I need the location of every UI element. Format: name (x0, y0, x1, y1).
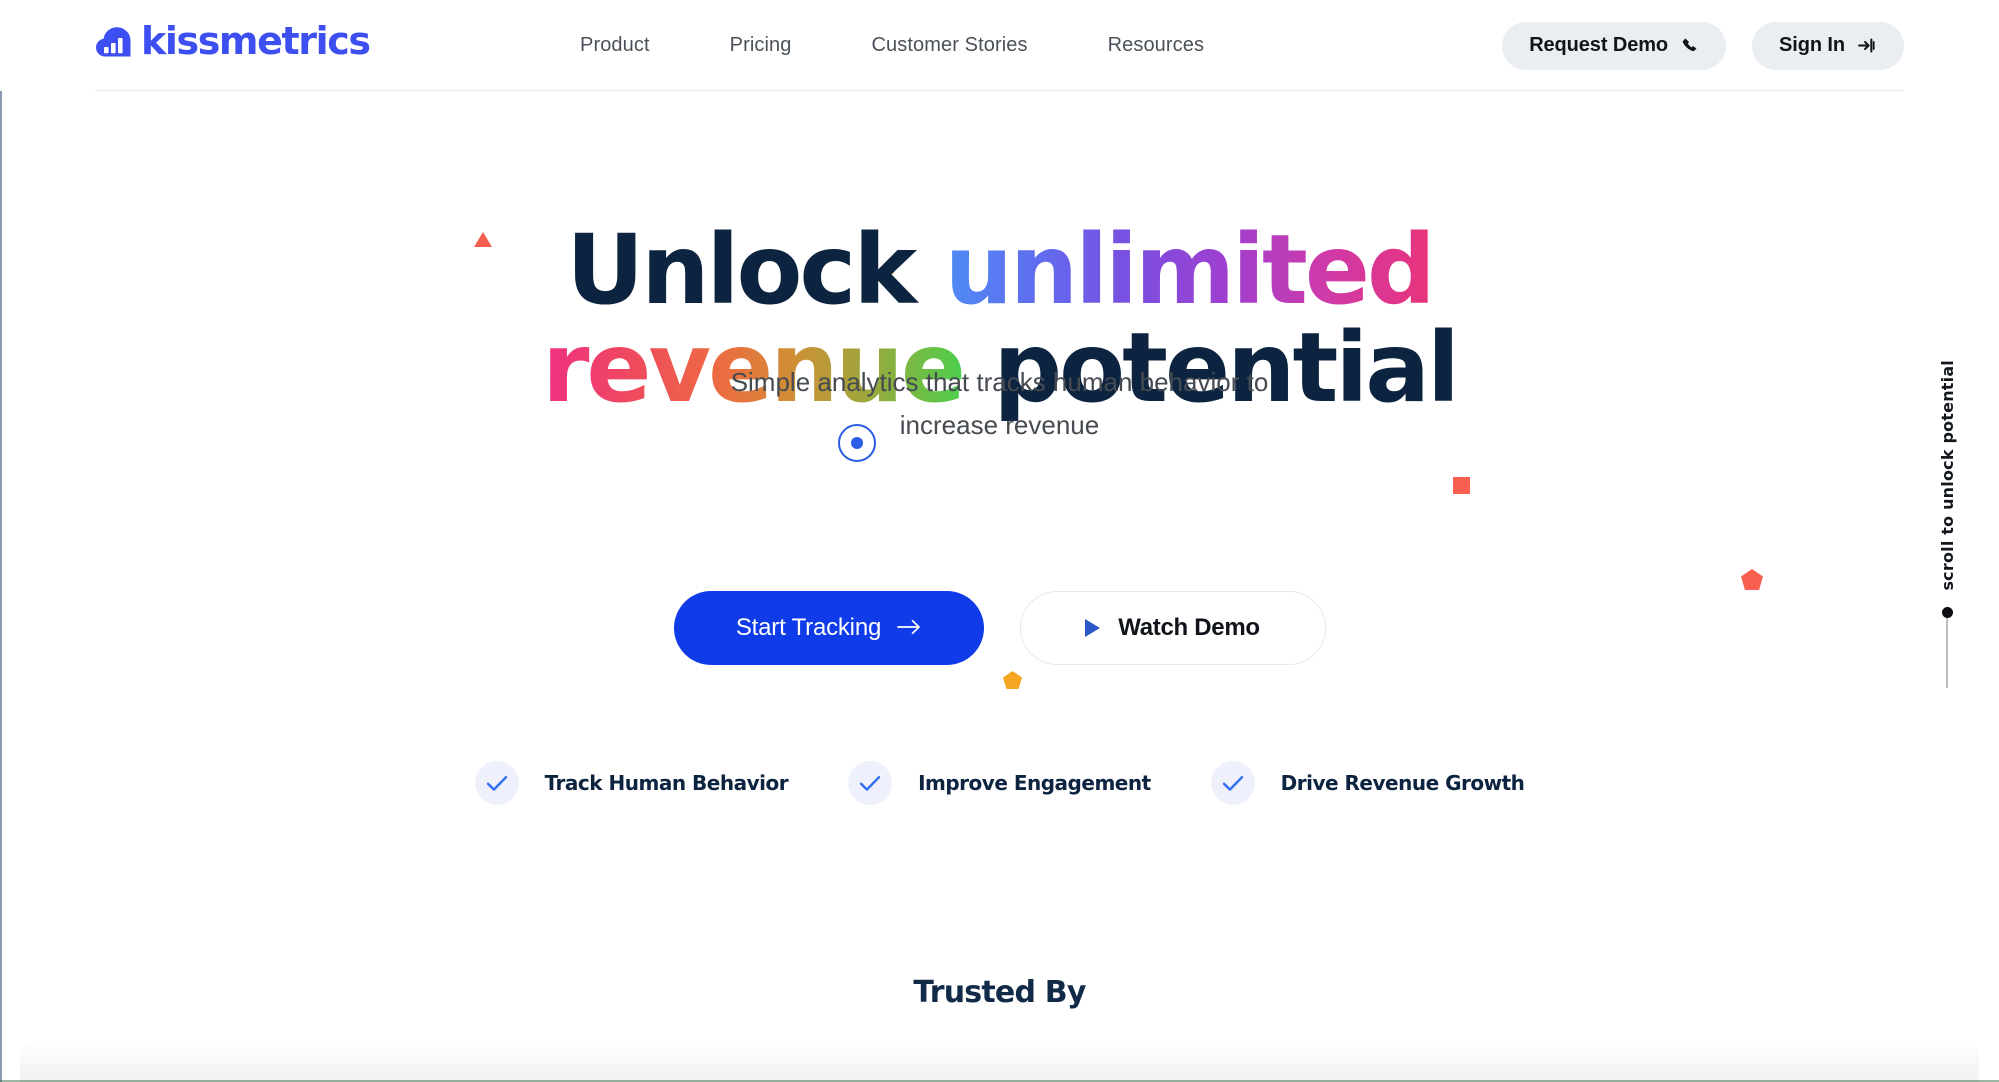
feature-label: Drive Revenue Growth (1280, 771, 1525, 795)
brand-logo[interactable]: kissmetrics (95, 19, 371, 63)
start-tracking-label: Start Tracking (735, 614, 882, 641)
bottom-panel (20, 1040, 1979, 1082)
red-square-decoration (1453, 477, 1470, 494)
headline-line-1: Unlock unlimited (566, 214, 1436, 326)
nav-item-resources[interactable]: Resources (1068, 34, 1245, 57)
scroll-indicator-label: scroll to unlock potential (1937, 360, 1957, 591)
nav-item-pricing[interactable]: Pricing (690, 34, 832, 57)
viewport-left-border (0, 0, 2, 1082)
feature-item-drive-revenue-growth: Drive Revenue Growth (1210, 761, 1525, 805)
hero-feature-list: Track Human Behavior Improve Engagement … (0, 761, 1999, 805)
start-tracking-button[interactable]: Start Tracking (673, 591, 984, 665)
hero-subtitle-line-1: Simple analytics that tracks human behav… (730, 367, 1269, 397)
hero-subtitle-line-2: increase revenue (899, 410, 1100, 440)
phone-icon (1680, 36, 1699, 55)
feature-item-improve-engagement: Improve Engagement (848, 761, 1151, 805)
header-actions: Request Demo Sign In (1502, 0, 1904, 91)
scroll-indicator[interactable]: scroll to unlock potential (1917, 360, 1977, 688)
red-pentagon-decoration (1741, 569, 1763, 590)
login-icon (1857, 36, 1877, 55)
cloud-bar-chart-icon (95, 23, 131, 59)
brand-name: kissmetrics (141, 19, 371, 63)
nav-item-product[interactable]: Product (540, 34, 690, 57)
request-demo-button[interactable]: Request Demo (1502, 21, 1727, 70)
headline-word-unlock: Unlock (566, 214, 945, 326)
feature-label: Track Human Behavior (544, 771, 789, 795)
trusted-by-heading: Trusted By (913, 975, 1086, 1010)
orange-pentagon-decoration (1003, 671, 1022, 689)
play-icon (1085, 619, 1101, 637)
watch-demo-label: Watch Demo (1118, 614, 1260, 641)
site-header: kissmetrics Product Pricing Customer Sto… (0, 0, 1999, 91)
hero-subtitle: Simple analytics that tracks human behav… (0, 361, 1999, 447)
sign-in-label: Sign In (1779, 34, 1845, 56)
page-root: kissmetrics Product Pricing Customer Sto… (0, 0, 1999, 1082)
arrow-right-icon (897, 614, 921, 642)
sign-in-button[interactable]: Sign In (1752, 21, 1904, 70)
hero-cta-row: Start Tracking Watch Demo (0, 591, 1999, 665)
feature-label: Improve Engagement (918, 771, 1151, 795)
scroll-indicator-line (1946, 617, 1948, 688)
check-icon (1210, 761, 1255, 805)
headline-word-unlimited: unlimited (944, 214, 1436, 326)
check-icon (848, 761, 893, 805)
main-navigation: Product Pricing Customer Stories Resourc… (540, 0, 1244, 91)
feature-item-track-human-behavior: Track Human Behavior (474, 761, 789, 805)
nav-item-customer-stories[interactable]: Customer Stories (831, 34, 1067, 57)
watch-demo-button[interactable]: Watch Demo (1019, 591, 1326, 665)
scroll-indicator-dot-icon (1941, 606, 1953, 618)
check-icon (474, 761, 519, 805)
request-demo-label: Request Demo (1529, 34, 1669, 56)
